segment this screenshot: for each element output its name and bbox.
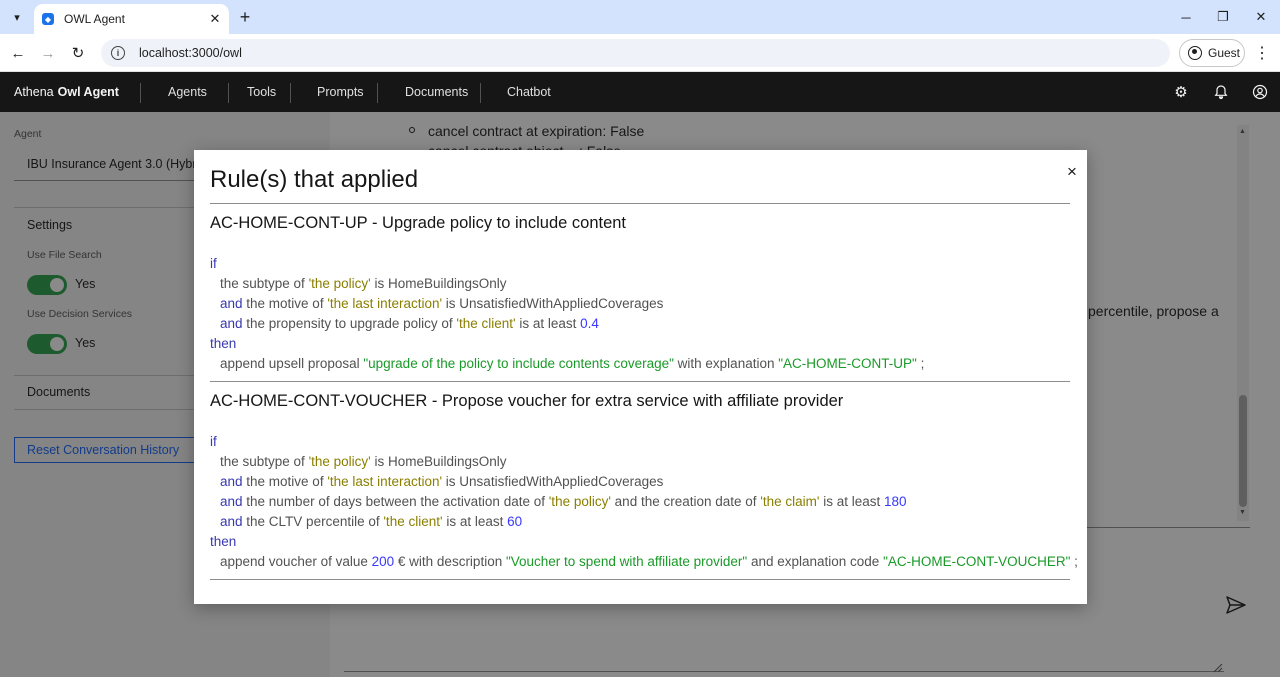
rule-then: then <box>210 336 237 351</box>
forward-arrow-icon[interactable]: → <box>37 42 59 64</box>
tab-close-icon[interactable]: ✕ <box>207 11 223 27</box>
site-info-icon[interactable]: i <box>111 46 125 60</box>
modal-close-icon[interactable]: × <box>1062 162 1082 182</box>
owl-favicon-icon: ◆ <box>42 13 54 25</box>
browser-toolbar: ← → ↻ i localhost:3000/owl Guest ⋮ <box>0 34 1280 72</box>
rule-condition: the subtype of 'the policy' is HomeBuild… <box>220 454 507 469</box>
profile-button[interactable]: Guest <box>1179 39 1245 67</box>
nav-prompts[interactable]: Prompts <box>317 72 364 112</box>
nav-divider <box>480 83 481 103</box>
window-close-icon[interactable]: ✕ <box>1249 6 1273 28</box>
rule-condition: and the CLTV percentile of 'the client' … <box>220 514 523 529</box>
rules-modal: × Rule(s) that applied AC-HOME-CONT-UP -… <box>194 150 1087 604</box>
nav-chatbot[interactable]: Chatbot <box>507 72 551 112</box>
brand-name: Owl Agent <box>57 85 119 99</box>
restore-icon[interactable]: ❐ <box>1211 6 1235 28</box>
rule-condition: and the motive of 'the last interaction'… <box>220 296 664 311</box>
address-bar[interactable]: i localhost:3000/owl <box>101 39 1170 67</box>
nav-tools[interactable]: Tools <box>247 72 276 112</box>
app-header: Athena Owl Agent Agents Tools Prompts Do… <box>0 72 1280 112</box>
settings-gear-icon[interactable]: ⚙ <box>1171 82 1191 102</box>
nav-documents[interactable]: Documents <box>405 72 468 112</box>
rule-name: AC-HOME-CONT-UP - Upgrade policy to incl… <box>210 214 627 232</box>
nav-divider <box>290 83 291 103</box>
rule-divider <box>210 381 1070 382</box>
nav-divider <box>228 83 229 103</box>
rule-action: append upsell proposal "upgrade of the p… <box>220 356 925 371</box>
brand-prefix: Athena <box>14 85 54 99</box>
rule-divider <box>210 203 1070 204</box>
notification-bell-icon[interactable] <box>1211 82 1231 102</box>
modal-title: Rule(s) that applied <box>210 166 419 193</box>
tab-search-chevron-icon[interactable]: ▾ <box>6 6 28 28</box>
nav-divider <box>140 83 141 103</box>
reload-icon[interactable]: ↻ <box>67 42 89 64</box>
rule-then: then <box>210 534 237 549</box>
new-tab-plus-icon[interactable]: + <box>234 6 256 28</box>
browser-tab[interactable]: ◆ OWL Agent ✕ <box>34 4 229 34</box>
minimize-icon[interactable]: ─ <box>1174 6 1198 28</box>
rule-condition: and the propensity to upgrade policy of … <box>220 316 599 331</box>
profile-avatar-icon <box>1188 46 1202 60</box>
user-avatar-icon[interactable] <box>1250 82 1270 102</box>
rule-if: if <box>210 256 217 271</box>
back-arrow-icon[interactable]: ← <box>7 42 29 64</box>
nav-agents[interactable]: Agents <box>168 72 207 112</box>
rule-condition: and the motive of 'the last interaction'… <box>220 474 664 489</box>
rule-condition: the subtype of 'the policy' is HomeBuild… <box>220 276 507 291</box>
app-brand[interactable]: Athena Owl Agent <box>14 72 119 112</box>
rule-if: if <box>210 434 217 449</box>
tab-title: OWL Agent <box>64 12 125 26</box>
browser-menu-icon[interactable]: ⋮ <box>1252 42 1272 64</box>
rule-divider <box>210 579 1070 580</box>
profile-label: Guest <box>1208 46 1241 60</box>
rule-action: append voucher of value 200 € with descr… <box>220 554 1078 569</box>
nav-divider <box>377 83 378 103</box>
rule-name: AC-HOME-CONT-VOUCHER - Propose voucher f… <box>210 392 844 410</box>
url-text: localhost:3000/owl <box>139 46 242 60</box>
rule-condition: and the number of days between the activ… <box>220 494 907 509</box>
browser-tab-bar: ▾ ◆ OWL Agent ✕ + ─ ❐ ✕ <box>0 0 1280 34</box>
